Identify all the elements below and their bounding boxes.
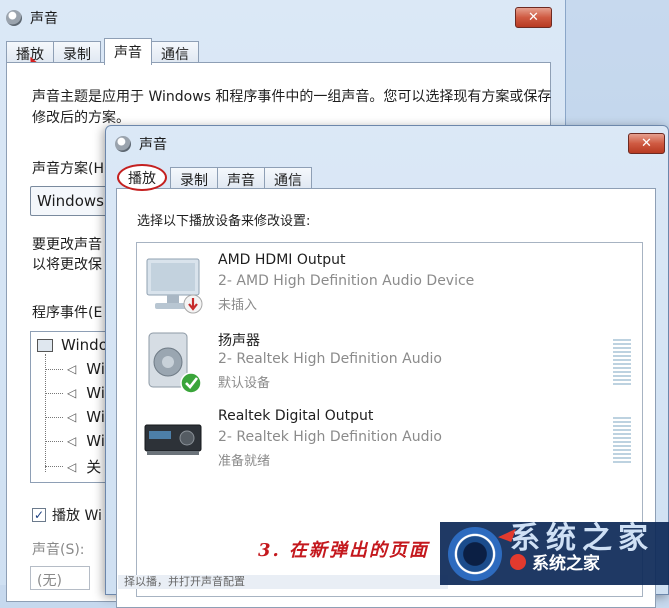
- speaker-small-icon: ◁: [67, 459, 77, 474]
- events-label: 程序事件(E: [32, 305, 103, 321]
- back-description: 声音主题是应用于 Windows 和程序事件中的一组声音。您可以选择现有方案或保…: [32, 89, 552, 126]
- back-close-button[interactable]: ✕: [515, 7, 552, 28]
- device-row-digital[interactable]: Realtek Digital Output 2- Realtek High D…: [143, 407, 638, 477]
- monitor-icon: [146, 258, 203, 314]
- speaker-small-icon: ◁: [67, 386, 77, 400]
- play-startup-checkbox[interactable]: ✓: [32, 508, 46, 522]
- device-row-hdmi[interactable]: AMD HDMI Output 2- AMD High Definition A…: [143, 251, 638, 321]
- speaker-icon: [148, 332, 202, 394]
- device-row-speakers[interactable]: 扬声器 2- Realtek High Definition Audio 默认设…: [143, 329, 638, 399]
- back-tab-sounds[interactable]: 声音: [104, 38, 152, 65]
- tree-item-label: 关: [86, 458, 102, 476]
- device-status: 准备就绪: [218, 454, 271, 469]
- tree-item-label: Wi: [86, 432, 105, 450]
- speaker-small-icon: ◁: [67, 434, 77, 448]
- front-close-button[interactable]: ✕: [628, 133, 665, 154]
- front-titlebar: 声音 ✕: [106, 126, 668, 162]
- play-startup-checkbox-row[interactable]: ✓ 播放 Wi: [32, 505, 102, 525]
- device-driver: 2- Realtek High Definition Audio: [218, 429, 442, 445]
- tree-item-label: Wi: [86, 408, 105, 426]
- volume-meter: [613, 417, 631, 465]
- front-tab-playback[interactable]: 播放: [117, 164, 167, 191]
- tree-item[interactable]: ◁ Wi: [45, 360, 105, 378]
- front-tab-bar: 播放 录制 声音 通信: [117, 164, 312, 191]
- change-text-line1: 要更改声音: [32, 237, 102, 253]
- scheme-label: 声音方案(H: [32, 161, 104, 177]
- speaker-gear-icon: [6, 10, 22, 26]
- device-name: 扬声器: [218, 333, 260, 349]
- speaker-small-icon: ◁: [67, 410, 77, 424]
- back-titlebar: 声音 ✕: [0, 0, 565, 36]
- tree-item[interactable]: ◁ Wi: [45, 408, 105, 426]
- watermark-dot-icon: [510, 554, 526, 570]
- device-driver: 2- AMD High Definition Audio Device: [218, 273, 475, 289]
- device-status: 默认设备: [218, 376, 271, 391]
- tree-item-label: Wi: [86, 360, 105, 378]
- device-name: AMD HDMI Output: [218, 252, 346, 268]
- unplugged-badge-icon: [183, 294, 203, 314]
- bottom-cut-text: 择以播，并打开声音配置: [118, 575, 448, 589]
- device-driver: 2- Realtek High Definition Audio: [218, 351, 442, 367]
- tree-item[interactable]: ◁ Wi: [45, 384, 105, 402]
- speaker-small-icon: ◁: [67, 362, 77, 376]
- playback-instruction: 选择以下播放设备来修改设置:: [137, 214, 311, 229]
- tree-item-label: Wi: [86, 384, 105, 402]
- sounds-label: 声音(S):: [32, 542, 85, 558]
- tree-root-label: Windo: [61, 336, 108, 354]
- site-logo-icon: [448, 527, 502, 581]
- sounds-select[interactable]: (无): [30, 566, 90, 590]
- watermark-text: 系统之家: [532, 554, 600, 574]
- device-status: 未插入: [218, 298, 258, 313]
- window-icon: [37, 338, 53, 352]
- receiver-icon: [144, 424, 202, 455]
- instruction-caption: 3. 在新弹出的页面: [258, 540, 430, 561]
- default-check-badge-icon: [180, 372, 202, 394]
- site-watermark: 系统之家 系统之家: [440, 522, 669, 585]
- change-text-line2: 以将更改保: [32, 257, 102, 273]
- tree-item[interactable]: ◁ 关: [45, 456, 101, 477]
- play-startup-label: 播放 Wi: [52, 508, 102, 524]
- tree-item[interactable]: ◁ Wi: [45, 432, 105, 450]
- device-name: Realtek Digital Output: [218, 408, 374, 424]
- tree-root[interactable]: Windo: [37, 336, 108, 354]
- speaker-gear-icon: [115, 136, 131, 152]
- volume-meter: [613, 339, 631, 387]
- front-window-title: 声音: [139, 137, 167, 153]
- back-window-title: 声音: [30, 11, 58, 27]
